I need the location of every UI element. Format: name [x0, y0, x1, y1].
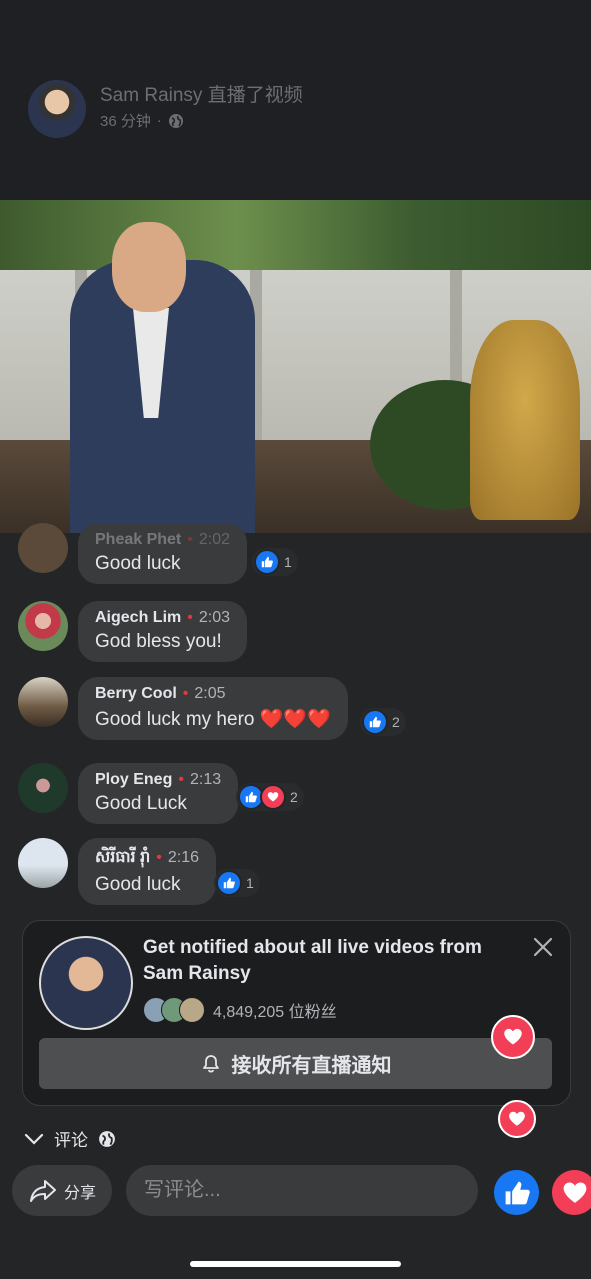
comment-text: God bless you!: [95, 631, 222, 652]
globe-icon: [168, 113, 183, 128]
share-label: 分享: [63, 1184, 96, 1202]
commenter-avatar[interactable]: [18, 523, 68, 573]
post-title: Sam Rainsy 直播了视频: [100, 80, 303, 107]
floating-heart-icon: [491, 1015, 535, 1059]
comment-text: Good luck: [95, 553, 181, 574]
commenter-name[interactable]: Ploy Eneg: [95, 771, 172, 788]
comment-bubble[interactable]: Ploy Eneg • 2:13 Good Luck: [78, 763, 239, 824]
comment-time: 2:02: [198, 531, 231, 548]
comment-text: Good Luck: [95, 793, 187, 814]
commenter-name[interactable]: សិរីធារី រ៉ាំ: [95, 849, 150, 866]
page-name[interactable]: Sam Rainsy: [100, 85, 202, 106]
live-dot: •: [187, 609, 193, 626]
comment-input[interactable]: [126, 1165, 478, 1216]
follower-count: 4,849,205 位粉丝: [213, 1004, 337, 1021]
live-dot: •: [178, 771, 184, 788]
bell-icon: [202, 1054, 219, 1072]
live-dot: •: [187, 531, 193, 548]
like-reaction-button[interactable]: [494, 1170, 539, 1215]
comment-text: Good luck my hero ❤️❤️❤️: [95, 709, 331, 730]
home-indicator[interactable]: [190, 1261, 401, 1267]
live-dot: •: [182, 685, 189, 702]
video-trees: [0, 200, 591, 280]
reaction-count[interactable]: 2: [236, 783, 304, 811]
reaction-number: 2: [290, 789, 298, 805]
like-icon: [254, 549, 280, 575]
reaction-number: 1: [246, 875, 254, 891]
live-dot: •: [156, 849, 162, 866]
post-time[interactable]: 36 分钟: [100, 110, 151, 131]
like-icon: [362, 709, 388, 735]
heart-icon: [563, 1181, 586, 1203]
follower-info: 4,849,205 位粉丝: [143, 997, 337, 1023]
thumbs-up-icon: [505, 1181, 530, 1204]
reaction-count[interactable]: 1: [252, 548, 298, 576]
subscribe-label: 接收所有直播通知: [231, 1055, 392, 1077]
golden-statue: [470, 320, 580, 520]
comment-bubble[interactable]: Pheak Phet • 2:02 Good luck: [78, 523, 248, 584]
like-icon: [216, 870, 242, 896]
commenter-avatar[interactable]: [18, 763, 68, 813]
comment-time: 2:13: [189, 771, 222, 788]
comment-bubble[interactable]: Berry Cool • 2:05 Good luck my hero ❤️❤️❤️: [78, 677, 348, 740]
comment-section-toggle[interactable]: 评论: [24, 1126, 116, 1151]
follower-avatar: [179, 997, 205, 1023]
comment-bubble[interactable]: Aigech Lim • 2:03 God bless you!: [78, 601, 247, 662]
speaker-head: [112, 222, 186, 312]
love-reaction-button[interactable]: [552, 1170, 591, 1215]
close-icon[interactable]: [532, 936, 554, 958]
commenter-avatar[interactable]: [18, 601, 68, 651]
share-arrow-icon: [29, 1179, 56, 1202]
commenter-name[interactable]: Aigech Lim: [95, 609, 181, 626]
commenter-avatar[interactable]: [18, 838, 68, 888]
live-notification-card: Get notified about all live videos from …: [22, 920, 571, 1106]
comment-time: 2:03: [198, 609, 230, 626]
page-avatar[interactable]: [28, 80, 86, 138]
comment-bubble[interactable]: សិរីធារី រ៉ាំ • 2:16 Good luck: [78, 838, 216, 905]
comment-time: 2:05: [194, 685, 226, 702]
reaction-count[interactable]: 2: [360, 708, 406, 736]
commenter-avatar[interactable]: [18, 677, 68, 727]
meta-separator: ·: [156, 112, 162, 129]
post-header: Sam Rainsy 直播了视频 36 分钟 ·: [0, 0, 591, 200]
reaction-count[interactable]: 1: [214, 869, 260, 897]
commenter-name[interactable]: Pheak Phet: [95, 531, 181, 548]
live-video-player[interactable]: [0, 200, 591, 533]
notify-title: Get notified about all live videos from …: [143, 937, 482, 984]
reaction-number: 1: [284, 554, 292, 570]
love-icon: [260, 784, 286, 810]
page-avatar-large[interactable]: [39, 936, 133, 1030]
globe-icon: [99, 1130, 115, 1147]
follower-avatars: [143, 997, 205, 1023]
post-meta: 36 分钟 ·: [100, 110, 184, 131]
floating-heart-icon: [498, 1100, 536, 1138]
subscribe-live-button[interactable]: 接收所有直播通知: [39, 1038, 552, 1089]
commenter-name[interactable]: Berry Cool: [95, 685, 177, 702]
comment-time: 2:16: [167, 849, 199, 866]
reaction-number: 2: [392, 714, 400, 730]
chevron-down-icon: [24, 1133, 44, 1145]
comment-text: Good luck: [95, 874, 181, 895]
post-action: 直播了视频: [207, 85, 303, 106]
comment-section-label: 评论: [54, 1131, 88, 1150]
share-button[interactable]: 分享: [12, 1165, 112, 1216]
